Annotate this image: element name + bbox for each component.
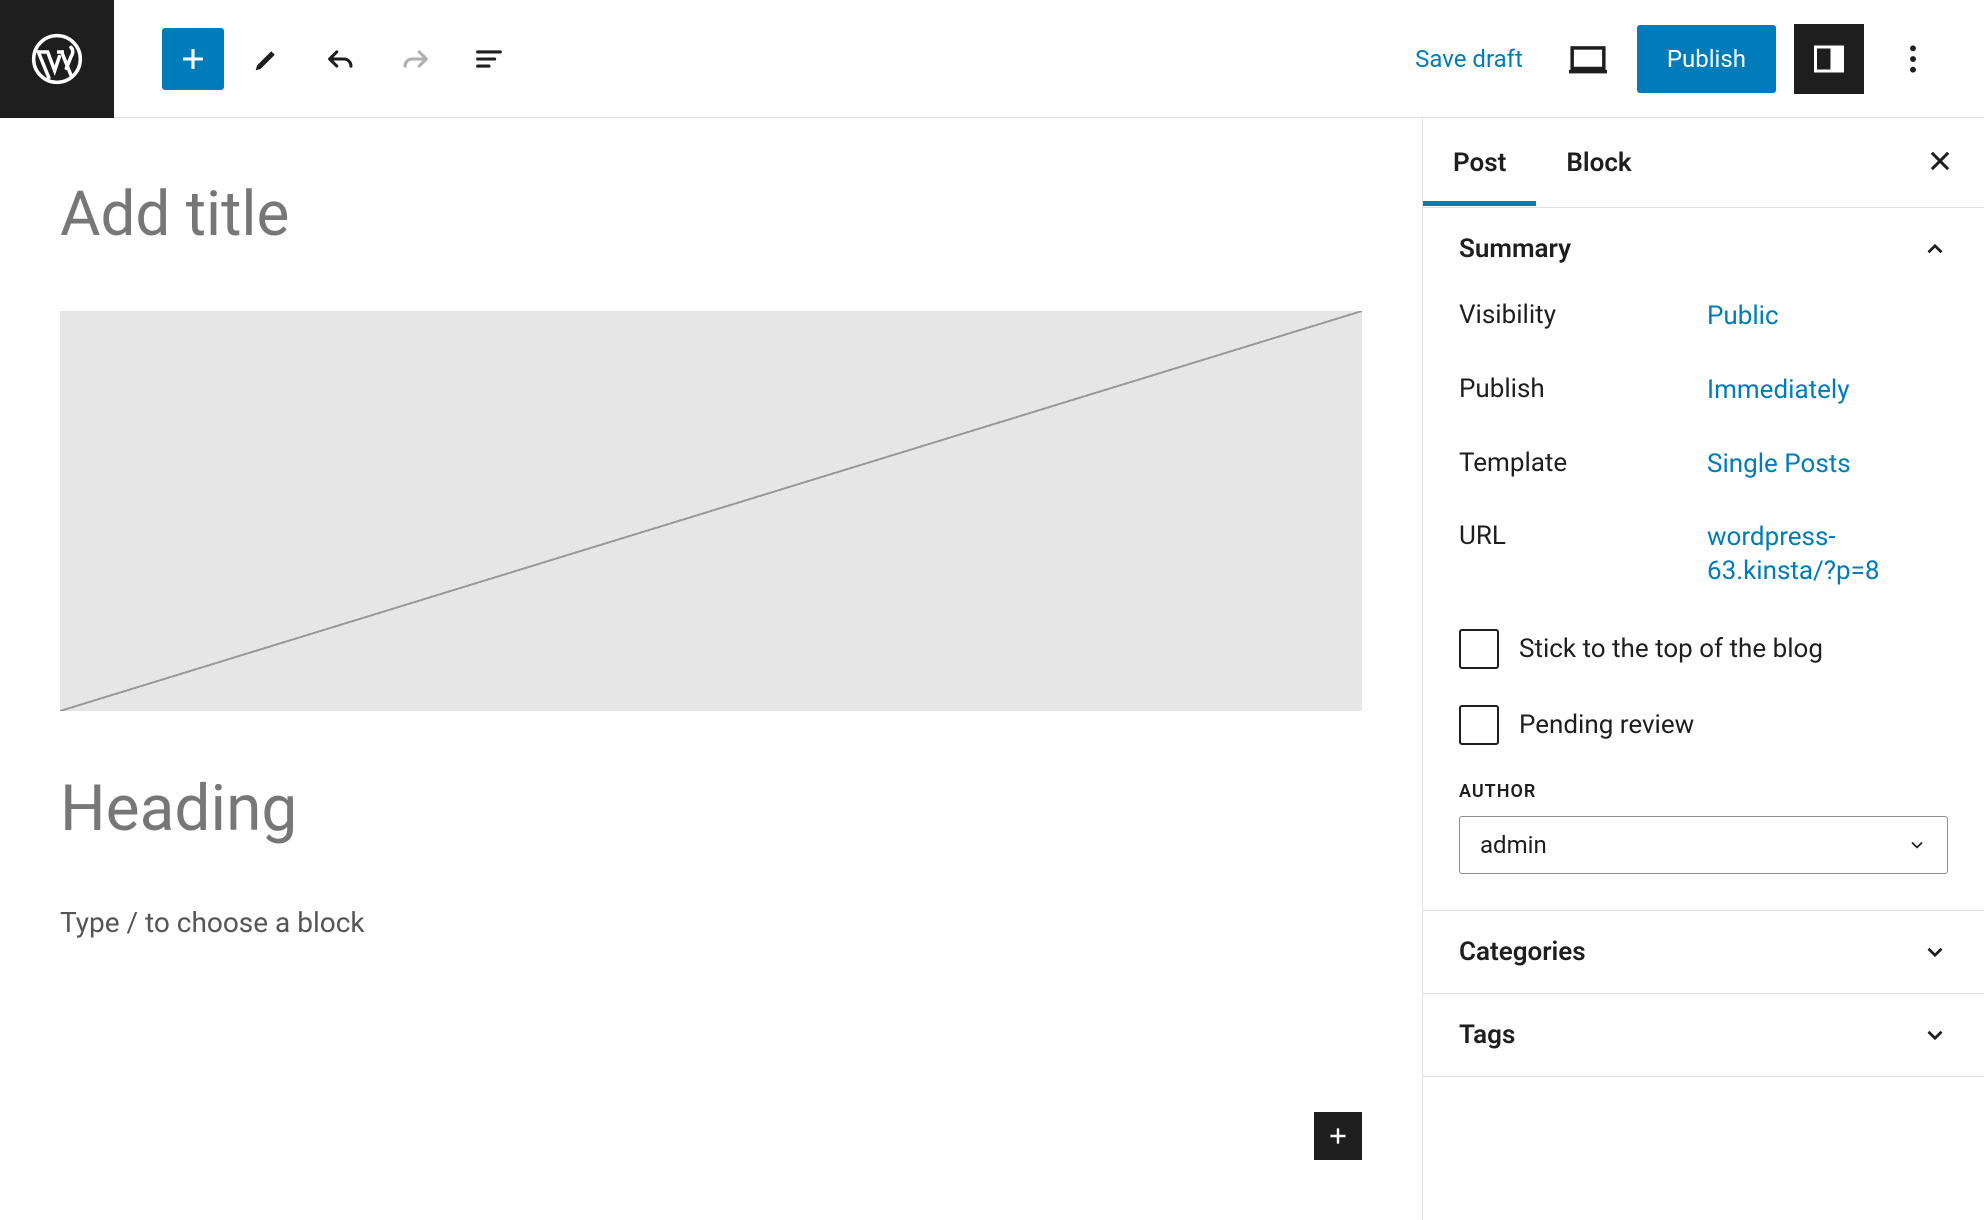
summary-panel-title: Summary (1459, 234, 1571, 264)
editor-canvas: Add title Heading Type / to choose a blo… (0, 118, 1422, 1220)
heading-block[interactable]: Heading (60, 771, 1362, 846)
pending-label: Pending review (1519, 710, 1694, 740)
settings-sidebar-toggle[interactable] (1794, 24, 1864, 94)
categories-panel-title: Categories (1459, 937, 1586, 967)
publish-value[interactable]: Immediately (1707, 374, 1948, 408)
sidebar-icon (1811, 41, 1847, 77)
sticky-checkbox[interactable] (1459, 629, 1499, 669)
undo-button[interactable] (310, 28, 372, 90)
cover-image-block[interactable] (60, 311, 1362, 711)
url-label: URL (1459, 521, 1707, 589)
toolbar-left-group (114, 28, 520, 90)
visibility-label: Visibility (1459, 300, 1707, 334)
publish-row: Publish Immediately (1459, 374, 1948, 408)
chevron-up-icon (1922, 236, 1948, 262)
pending-checkbox[interactable] (1459, 705, 1499, 745)
url-row: URL wordpress-63.kinsta/?p=8 (1459, 521, 1948, 589)
redo-button (384, 28, 446, 90)
close-sidebar-button[interactable] (1896, 127, 1984, 199)
desktop-icon (1569, 43, 1607, 75)
plus-icon (176, 42, 210, 76)
more-options-button[interactable] (1882, 28, 1944, 90)
sidebar-tabs: Post Block (1423, 118, 1984, 208)
categories-panel-header[interactable]: Categories (1423, 911, 1984, 993)
undo-icon (324, 42, 358, 76)
template-row: Template Single Posts (1459, 448, 1948, 482)
visibility-row: Visibility Public (1459, 300, 1948, 334)
edit-mode-button[interactable] (236, 28, 298, 90)
pending-checkbox-row[interactable]: Pending review (1459, 705, 1948, 745)
template-value[interactable]: Single Posts (1707, 448, 1948, 482)
redo-icon (398, 42, 432, 76)
categories-panel: Categories (1423, 911, 1984, 994)
publish-label: Publish (1459, 374, 1707, 408)
tags-panel-title: Tags (1459, 1020, 1515, 1050)
summary-panel-header[interactable]: Summary (1423, 208, 1984, 290)
post-title-input[interactable]: Add title (60, 178, 1362, 251)
url-value[interactable]: wordpress-63.kinsta/?p=8 (1707, 521, 1948, 589)
summary-panel: Summary Visibility Public Publish Immedi… (1423, 208, 1984, 911)
top-toolbar: Save draft Publish (0, 0, 1984, 118)
close-icon (1926, 147, 1954, 175)
tab-post[interactable]: Post (1423, 120, 1536, 206)
add-block-button[interactable] (162, 28, 224, 90)
preview-button[interactable] (1557, 28, 1619, 90)
chevron-down-icon (1907, 835, 1927, 855)
template-label: Template (1459, 448, 1707, 482)
author-select[interactable]: admin (1459, 816, 1948, 874)
kebab-icon (1909, 43, 1917, 75)
wordpress-icon (29, 31, 85, 87)
summary-panel-body: Visibility Public Publish Immediately Te… (1423, 290, 1984, 910)
settings-sidebar: Post Block Summary Visibility Public (1422, 118, 1984, 1220)
paragraph-block-prompt[interactable]: Type / to choose a block (60, 906, 1362, 939)
content-wrapper: Add title Heading Type / to choose a blo… (0, 118, 1984, 1220)
save-draft-button[interactable]: Save draft (1399, 35, 1539, 83)
chevron-down-icon (1922, 1022, 1948, 1048)
author-selected-value: admin (1480, 831, 1547, 859)
toolbar-right-group: Save draft Publish (1399, 24, 1984, 94)
visibility-value[interactable]: Public (1707, 300, 1948, 334)
plus-icon (1325, 1123, 1351, 1149)
tags-panel: Tags (1423, 994, 1984, 1077)
pencil-icon (250, 42, 284, 76)
document-outline-button[interactable] (458, 28, 520, 90)
chevron-down-icon (1922, 939, 1948, 965)
sticky-checkbox-row[interactable]: Stick to the top of the blog (1459, 629, 1948, 669)
tags-panel-header[interactable]: Tags (1423, 994, 1984, 1076)
author-heading: AUTHOR (1459, 781, 1948, 802)
sticky-label: Stick to the top of the blog (1519, 634, 1823, 664)
wordpress-logo[interactable] (0, 0, 114, 118)
tab-block[interactable]: Block (1536, 120, 1661, 206)
publish-button[interactable]: Publish (1637, 25, 1776, 93)
list-icon (472, 42, 506, 76)
inline-add-block-button[interactable] (1314, 1112, 1362, 1160)
